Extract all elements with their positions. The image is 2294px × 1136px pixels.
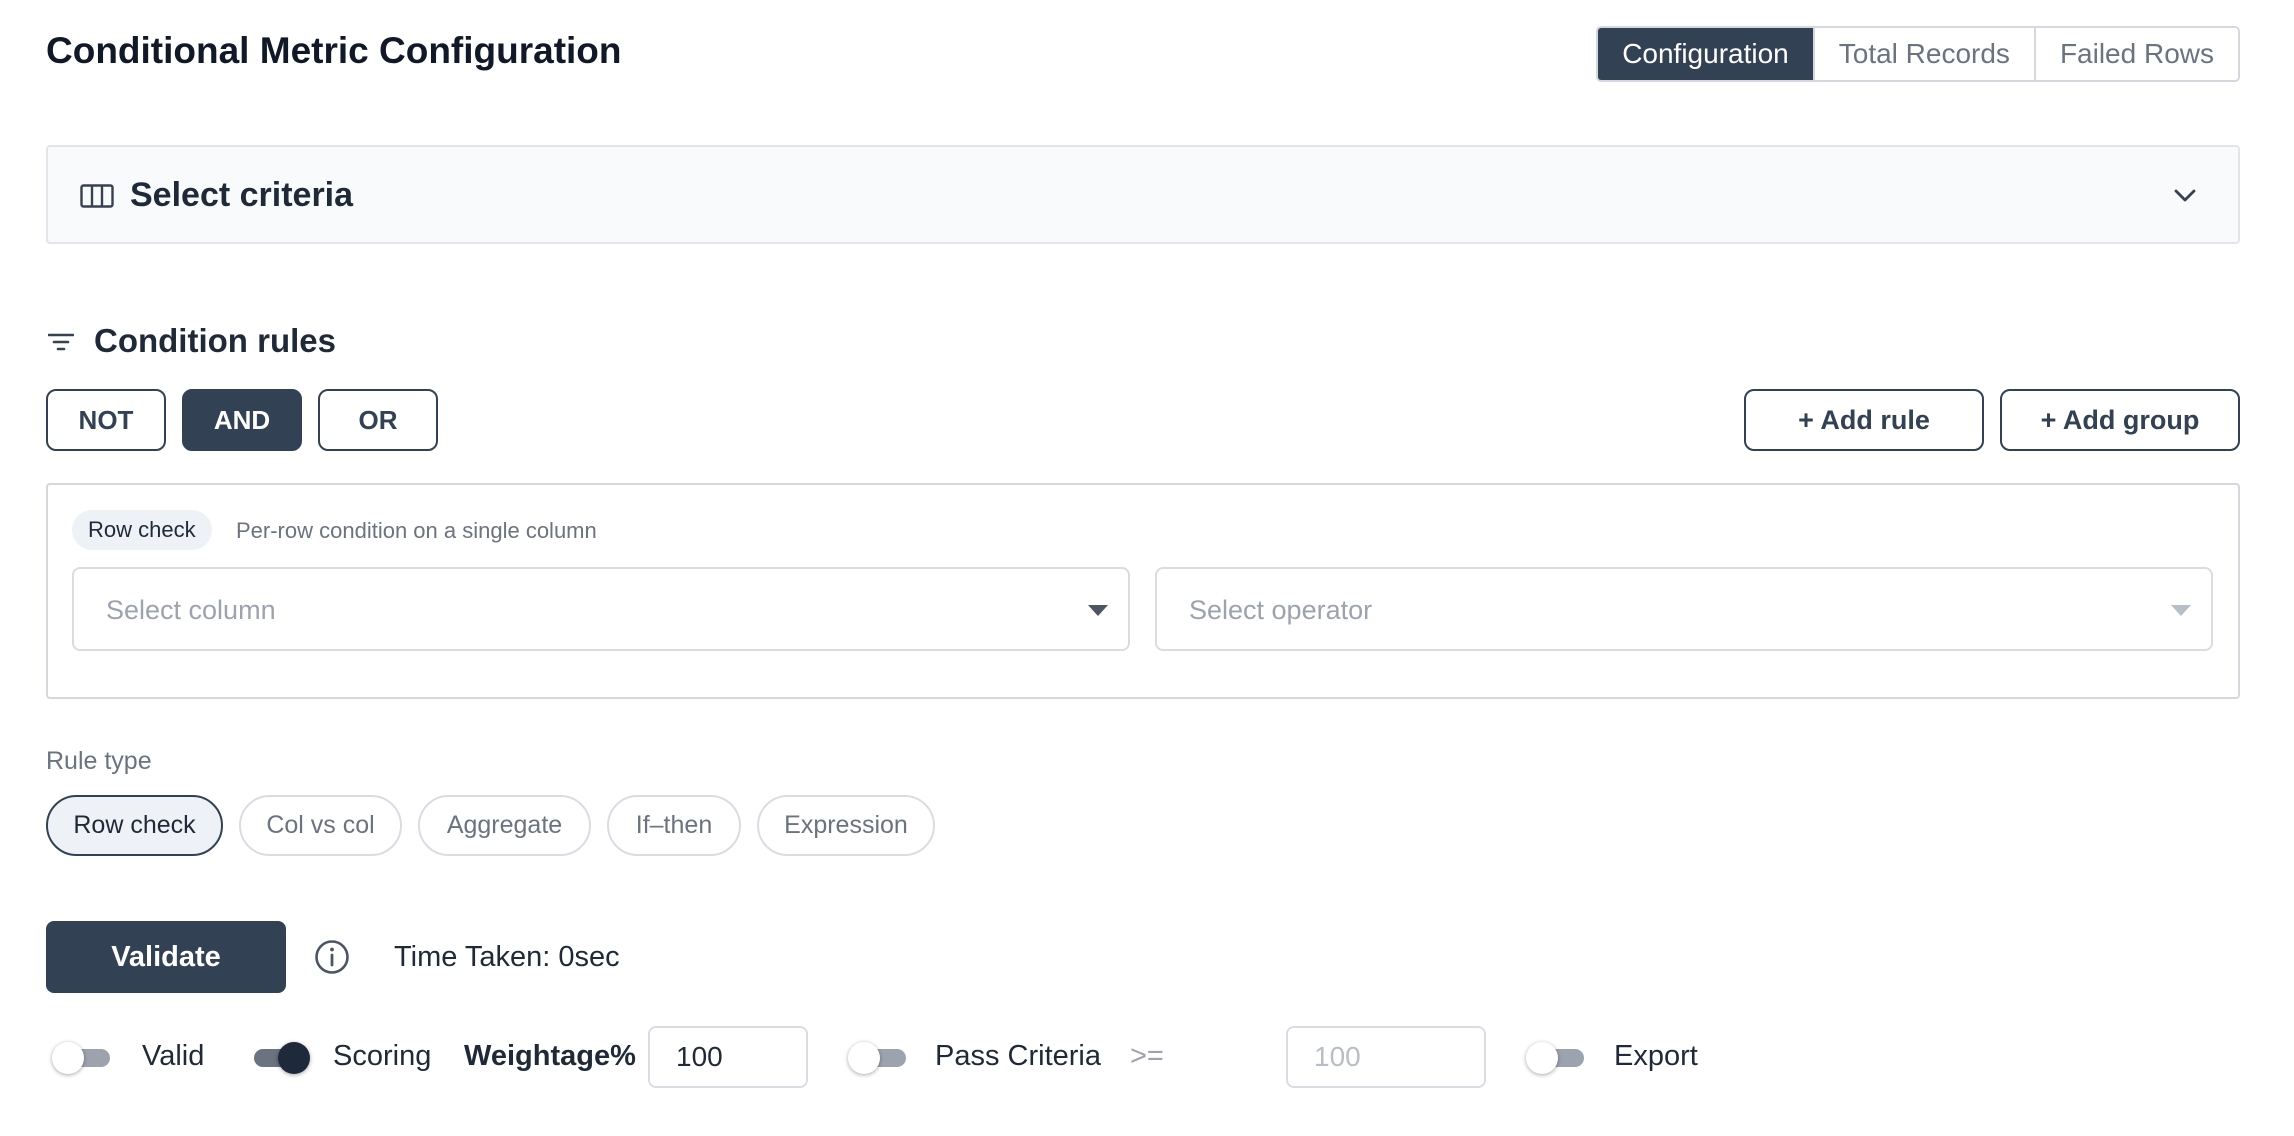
weightage-label: Weightage% [464, 1040, 636, 1072]
select-column-dropdown[interactable]: Select column [72, 567, 1130, 651]
pass-criteria-label: Pass Criteria [935, 1040, 1101, 1072]
rule-type-badge: Row check [72, 510, 212, 550]
add-rule-button[interactable]: + Add rule [1744, 389, 1984, 451]
filter-icon [48, 333, 74, 351]
pass-criteria-toggle[interactable] [848, 1041, 910, 1074]
export-toggle[interactable] [1526, 1041, 1588, 1074]
rule-type-aggregate[interactable]: Aggregate [418, 795, 591, 856]
weightage-input[interactable]: 100 [648, 1026, 808, 1088]
scoring-toggle[interactable] [248, 1041, 310, 1074]
caret-down-icon [1088, 605, 1108, 616]
valid-label: Valid [142, 1040, 205, 1072]
select-operator-dropdown[interactable]: Select operator [1155, 567, 2213, 651]
columns-icon [80, 184, 114, 208]
rule-type-expression[interactable]: Expression [757, 795, 935, 856]
export-label: Export [1614, 1040, 1698, 1072]
valid-toggle[interactable] [52, 1041, 114, 1074]
view-tabs: Configuration Total Records Failed Rows [1596, 26, 2240, 82]
page-title: Conditional Metric Configuration [46, 30, 622, 71]
validate-button[interactable]: Validate [46, 921, 286, 993]
pass-criteria-input[interactable]: 100 [1286, 1026, 1486, 1088]
info-icon[interactable] [314, 939, 350, 975]
not-button[interactable]: NOT [46, 389, 166, 451]
toggle-knob [848, 1042, 880, 1074]
select-criteria-title: Select criteria [130, 176, 354, 214]
chevron-down-icon[interactable] [2172, 185, 2198, 205]
rule-description: Per-row condition on a single column [236, 518, 597, 543]
rule-type-row-check[interactable]: Row check [46, 795, 223, 856]
select-operator-placeholder: Select operator [1189, 595, 1373, 625]
page-header: Conditional Metric Configuration Configu… [46, 26, 2240, 82]
tab-configuration[interactable]: Configuration [1598, 28, 1813, 80]
select-criteria-panel[interactable]: Select criteria [46, 145, 2240, 244]
scoring-label: Scoring [333, 1040, 432, 1072]
or-button[interactable]: OR [318, 389, 438, 451]
and-button[interactable]: AND [182, 389, 302, 451]
comparison-operator: >= [1130, 1040, 1164, 1072]
tab-total-records[interactable]: Total Records [1812, 28, 2034, 80]
rule-type-if-then[interactable]: If–then [607, 795, 741, 856]
time-taken-text: Time Taken: 0sec [394, 941, 620, 973]
tab-failed-rows[interactable]: Failed Rows [2033, 28, 2238, 80]
rule-type-col-vs-col[interactable]: Col vs col [239, 795, 402, 856]
condition-rules-title: Condition rules [94, 322, 336, 359]
toggle-knob [52, 1042, 84, 1074]
toggle-knob [278, 1042, 310, 1074]
toggle-knob [1526, 1042, 1558, 1074]
add-group-button[interactable]: + Add group [2000, 389, 2240, 451]
select-column-placeholder: Select column [106, 595, 276, 625]
rule-type-label: Rule type [46, 747, 152, 775]
rule-card: Row check Per-row condition on a single … [46, 483, 2240, 699]
caret-down-icon [2171, 605, 2191, 616]
